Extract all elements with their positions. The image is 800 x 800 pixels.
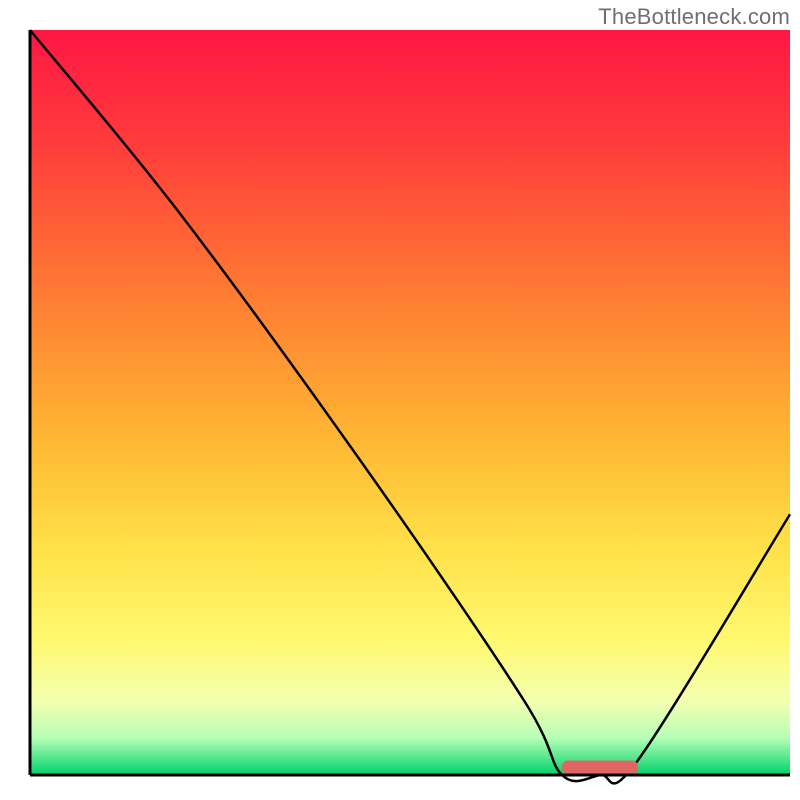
plot-background [30, 30, 790, 775]
watermark-text: TheBottleneck.com [598, 4, 790, 30]
optimum-marker [562, 761, 638, 775]
chart-svg [0, 0, 800, 800]
bottleneck-chart: TheBottleneck.com [0, 0, 800, 800]
